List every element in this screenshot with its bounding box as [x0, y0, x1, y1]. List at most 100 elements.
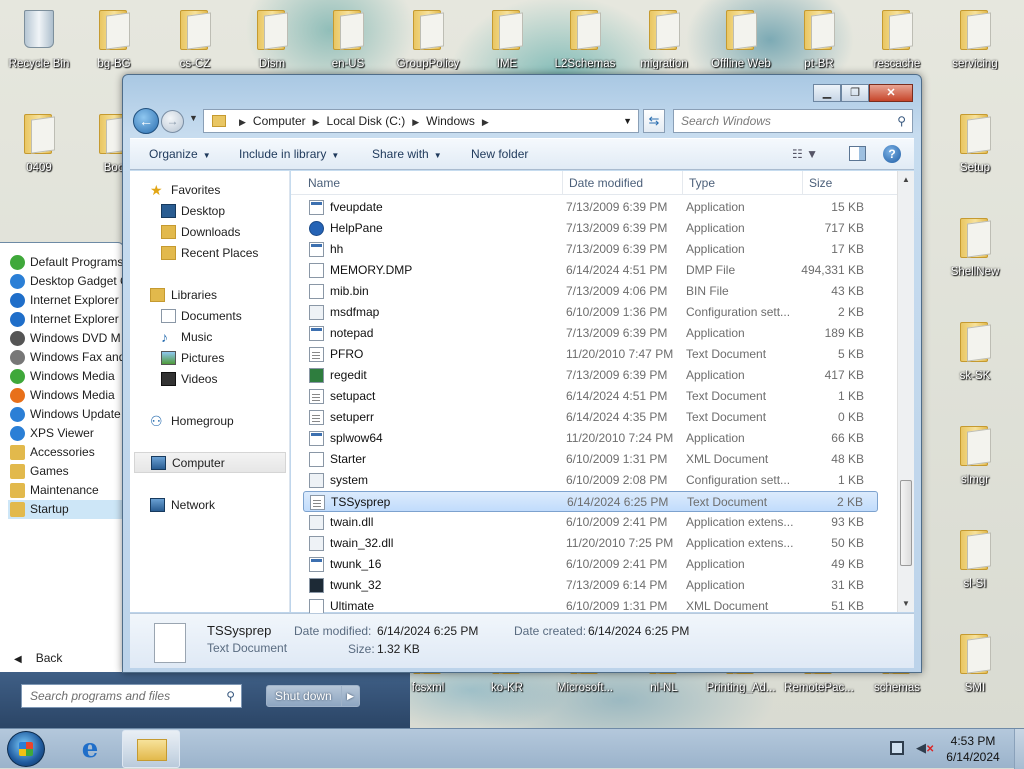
desktop-icon-pt-br[interactable]: pt-BR [782, 2, 856, 76]
table-row[interactable]: Starter 6/10/2009 1:31 PM XML Document 48 K… [303, 449, 878, 470]
desktop-icon-slmgr[interactable]: slmgr [938, 418, 1012, 492]
breadcrumb-windows[interactable]: Windows [426, 114, 475, 128]
show-desktop-button[interactable] [1014, 729, 1024, 769]
preview-pane-icon[interactable] [849, 146, 866, 161]
desktop-icon-ime[interactable]: IME [470, 2, 544, 76]
nav-recent-places[interactable]: Recent Places [130, 243, 290, 264]
table-row[interactable]: hh 7/13/2009 6:39 PM Application 17 KB [303, 239, 878, 260]
nav-desktop[interactable]: Desktop [130, 201, 290, 222]
start-menu-item[interactable]: Maintenance [8, 481, 123, 500]
column-size[interactable]: Size [809, 176, 832, 190]
start-menu-back[interactable]: ◀ Back [14, 651, 62, 665]
table-row[interactable]: twain.dll 6/10/2009 2:41 PM Application ex… [303, 512, 878, 533]
table-row[interactable]: setuperr 6/14/2024 4:35 PM Text Document 0 … [303, 407, 878, 428]
nav-libraries[interactable]: Libraries [130, 285, 290, 306]
start-menu-item[interactable]: Windows DVD M [8, 329, 123, 348]
desktop-icon-0409[interactable]: 0409 [2, 106, 76, 180]
start-menu-item[interactable]: Windows Media [8, 386, 123, 405]
desktop-icon-recycle-bin[interactable]: Recycle Bin [2, 2, 76, 76]
address-dropdown-icon[interactable]: ▼ [623, 110, 632, 132]
table-row[interactable]: setupact 6/14/2024 4:51 PM Text Document 1 … [303, 386, 878, 407]
table-row[interactable]: twunk_16 6/10/2009 2:41 PM Application 49 K… [303, 554, 878, 575]
nav-pictures[interactable]: Pictures [130, 348, 290, 369]
desktop-icon-grouppolicy[interactable]: GroupPolicy [391, 2, 465, 76]
table-row[interactable]: splwow64 11/20/2010 7:24 PM Application 66 … [303, 428, 878, 449]
nav-downloads[interactable]: Downloads [130, 222, 290, 243]
network-tray-icon[interactable] [890, 741, 904, 755]
table-row[interactable]: notepad 7/13/2009 6:39 PM Application 189 K… [303, 323, 878, 344]
desktop-icon-en-us[interactable]: en-US [311, 2, 385, 76]
minimize-button[interactable]: ▁ [813, 84, 841, 102]
table-row[interactable]: system 6/10/2009 2:08 PM Configuration set… [303, 470, 878, 491]
start-menu-item[interactable]: Accessories [8, 443, 123, 462]
share-with-button[interactable]: Share with ▼ [372, 147, 442, 161]
breadcrumb-computer[interactable]: Computer [253, 114, 306, 128]
table-row[interactable]: mib.bin 7/13/2009 4:06 PM BIN File 43 KB [303, 281, 878, 302]
start-menu-item[interactable]: Default Programs [8, 253, 123, 272]
refresh-button[interactable]: ⇆ [643, 109, 665, 133]
desktop-icon-dism[interactable]: Dism [235, 2, 309, 76]
vertical-scrollbar[interactable]: ▲ ▼ [897, 171, 914, 612]
scroll-down-arrow-icon[interactable]: ▼ [902, 599, 910, 608]
desktop-icon-offline-web[interactable]: Offline Web [704, 2, 778, 76]
start-menu-item[interactable]: Internet Explorer [8, 291, 123, 310]
table-row[interactable]: TSSysprep 6/14/2024 6:25 PM Text Document 2… [303, 491, 878, 512]
desktop-icon-sl-si[interactable]: sl-SI [938, 522, 1012, 596]
table-row[interactable]: PFRO 11/20/2010 7:47 PM Text Document 5 KB [303, 344, 878, 365]
desktop-icon-rescache[interactable]: rescache [860, 2, 934, 76]
table-row[interactable]: twain_32.dll 11/20/2010 7:25 PM Applicatio… [303, 533, 878, 554]
help-icon[interactable]: ? [883, 145, 901, 163]
table-row[interactable]: fveupdate 7/13/2009 6:39 PM Application 15 … [303, 197, 878, 218]
table-row[interactable]: MEMORY.DMP 6/14/2024 4:51 PM DMP File 494,3… [303, 260, 878, 281]
desktop-icon-bg-bg[interactable]: bg-BG [77, 2, 151, 76]
start-menu-item[interactable]: Windows Media [8, 367, 123, 386]
address-bar[interactable]: ▶ Computer ▶ Local Disk (C:) ▶ Windows ▶ ▼ [203, 109, 639, 133]
maximize-button[interactable]: ❐ [841, 84, 869, 102]
table-row[interactable]: msdfmap 6/10/2009 1:36 PM Configuration se… [303, 302, 878, 323]
nav-favorites[interactable]: ★ Favorites [130, 180, 290, 201]
nav-videos[interactable]: Videos [130, 369, 290, 390]
taskbar-clock[interactable]: 4:53 PM 6/14/2024 [940, 733, 1006, 765]
search-input[interactable]: Search Windows ⚲ [673, 109, 913, 133]
shutdown-options-arrow-icon[interactable]: ▶ [341, 686, 359, 706]
nav-network[interactable]: Network [130, 495, 290, 516]
forward-button[interactable]: → [161, 110, 184, 133]
internet-explorer-taskbar-icon[interactable]: e [70, 733, 110, 765]
close-button[interactable]: ✕ [869, 84, 913, 102]
back-button[interactable]: ← [133, 108, 159, 134]
desktop-icon-servicing[interactable]: servicing [938, 2, 1012, 76]
start-menu-item[interactable]: Windows Update [8, 405, 123, 424]
nav-documents[interactable]: Documents [130, 306, 290, 327]
start-menu-item[interactable]: Desktop Gadget G [8, 272, 123, 291]
desktop-icon-cs-cz[interactable]: cs-CZ [158, 2, 232, 76]
breadcrumb-local-disk[interactable]: Local Disk (C:) [327, 114, 406, 128]
recent-pages-dropdown[interactable]: ▼ [189, 113, 198, 123]
column-name[interactable]: Name [308, 176, 340, 190]
table-row[interactable]: HelpPane 7/13/2009 6:39 PM Application 717 … [303, 218, 878, 239]
desktop-icon-sk-sk[interactable]: sk-SK [938, 314, 1012, 388]
start-button[interactable] [7, 731, 45, 767]
nav-music[interactable]: ♪ Music [130, 327, 290, 348]
organize-button[interactable]: Organize ▼ [149, 147, 211, 161]
desktop-icon-setup[interactable]: Setup [938, 106, 1012, 180]
desktop-icon-shellnew[interactable]: ShellNew [938, 210, 1012, 284]
start-menu-item[interactable]: XPS Viewer [8, 424, 123, 443]
windows-explorer-taskbar-icon[interactable] [122, 730, 180, 768]
change-view-icon[interactable]: ☷ ▼ [792, 147, 818, 161]
volume-muted-tray-icon[interactable]: ◀✕ [916, 740, 934, 756]
column-type[interactable]: Type [689, 176, 715, 190]
table-row[interactable]: twunk_32 7/13/2009 6:14 PM Application 31 K… [303, 575, 878, 596]
start-menu-item[interactable]: Games [8, 462, 123, 481]
nav-homegroup[interactable]: ⚇ Homegroup [130, 411, 290, 432]
desktop-icon-l2schemas[interactable]: L2Schemas [548, 2, 622, 76]
scroll-thumb[interactable] [900, 480, 912, 566]
start-menu-item[interactable]: Startup [8, 500, 123, 519]
scroll-up-arrow-icon[interactable]: ▲ [902, 175, 910, 184]
start-menu-item[interactable]: Windows Fax and [8, 348, 123, 367]
start-menu-item[interactable]: Internet Explorer [8, 310, 123, 329]
desktop-icon-smi[interactable]: SMI [938, 626, 1012, 700]
include-in-library-button[interactable]: Include in library ▼ [239, 147, 339, 161]
nav-computer[interactable]: Computer [134, 452, 286, 473]
table-row[interactable]: regedit 7/13/2009 6:39 PM Application 417 K… [303, 365, 878, 386]
shutdown-button[interactable]: Shut down ▶ [266, 685, 360, 707]
